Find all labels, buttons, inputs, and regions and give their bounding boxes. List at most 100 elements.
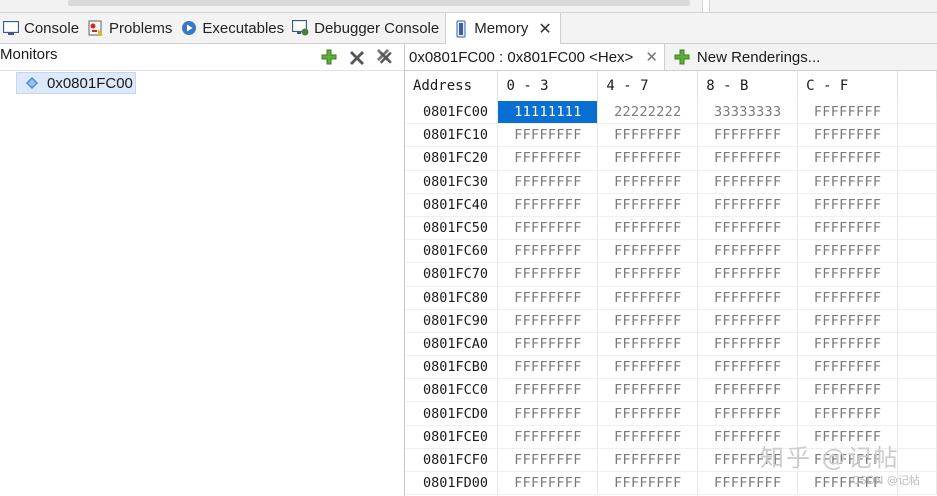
memory-cell[interactable]: FFFFFFFF	[497, 332, 599, 357]
row-address: 0801FC70	[405, 262, 499, 287]
memory-cell[interactable]: FFFFFFFF	[497, 146, 599, 171]
memory-cell[interactable]: 33333333	[697, 101, 799, 125]
memory-cell[interactable]: FFFFFFFF	[697, 193, 799, 217]
memory-cell[interactable]: FFFFFFFF	[597, 425, 699, 449]
memory-cell[interactable]: FFFFFFFF	[597, 146, 699, 171]
memory-cell[interactable]: FFFFFFFF	[697, 286, 799, 310]
memory-cell[interactable]: FFFFFFFF	[597, 309, 699, 333]
memory-cell[interactable]: FFFFFFFF	[497, 309, 599, 333]
memory-cell[interactable]: FFFFFFFF	[697, 425, 799, 449]
close-icon[interactable]: ✕	[538, 19, 551, 39]
memory-cell[interactable]: FFFFFFFF	[797, 101, 899, 125]
memory-cell[interactable]: FFFFFFFF	[697, 170, 799, 194]
row-address: 0801FC60	[405, 239, 499, 264]
remove-monitor-icon[interactable]	[348, 48, 366, 66]
memory-cell-selected[interactable]: 11111111	[497, 101, 599, 125]
monitor-item[interactable]: 0x0801FC00	[16, 72, 136, 94]
memory-cell[interactable]: FFFFFFFF	[697, 262, 799, 287]
memory-cell[interactable]: FFFFFFFF	[797, 146, 899, 171]
memory-cell[interactable]: FFFFFFFF	[697, 471, 799, 496]
memory-cell[interactable]: FFFFFFFF	[797, 193, 899, 217]
tab-debugger-console[interactable]: Debugger Console	[290, 13, 445, 43]
memory-cell[interactable]: FFFFFFFF	[697, 239, 799, 264]
memory-cell[interactable]: FFFFFFFF	[597, 193, 699, 217]
memory-cell[interactable]: 22222222	[597, 101, 699, 125]
memory-cell[interactable]: FFFFFFFF	[497, 471, 599, 496]
memory-cell[interactable]: FFFFFFFF	[597, 239, 699, 264]
tab-console[interactable]: Console	[0, 13, 85, 43]
memory-cell[interactable]: FFFFFFFF	[497, 286, 599, 310]
memory-cell[interactable]: FFFFFFFF	[797, 378, 899, 403]
memory-cell[interactable]: FFFFFFFF	[797, 448, 899, 473]
row-address: 0801FC90	[405, 309, 499, 333]
row-spacer	[897, 101, 937, 125]
memory-cell[interactable]: FFFFFFFF	[497, 216, 599, 241]
memory-cell[interactable]: FFFFFFFF	[797, 239, 899, 264]
memory-cell[interactable]: FFFFFFFF	[697, 332, 799, 357]
remove-all-monitors-icon[interactable]	[376, 48, 394, 66]
memory-row: 0801FCD0 FFFFFFFF FFFFFFFF FFFFFFFF FFFFFFFF	[405, 401, 937, 426]
memory-cell[interactable]: FFFFFFFF	[597, 170, 699, 194]
memory-cell[interactable]: FFFFFFFF	[597, 448, 699, 473]
tab-hex-rendering[interactable]: 0x0801FC00 : 0x801FC00 <Hex> ✕	[405, 44, 665, 70]
problems-icon	[87, 19, 105, 37]
memory-cell[interactable]: FFFFFFFF	[597, 262, 699, 287]
memory-cell[interactable]: FFFFFFFF	[597, 355, 699, 380]
monitors-title: Monitors	[0, 45, 58, 63]
memory-cell[interactable]: FFFFFFFF	[797, 309, 899, 333]
tab-memory[interactable]: Memory ✕	[445, 13, 561, 44]
scrollbar-thumb[interactable]	[68, 0, 690, 6]
close-icon[interactable]: ✕	[645, 48, 658, 66]
row-spacer	[897, 355, 937, 380]
memory-cell[interactable]: FFFFFFFF	[797, 425, 899, 449]
top-scrollbar[interactable]	[0, 0, 937, 13]
memory-cell[interactable]: FFFFFFFF	[597, 332, 699, 357]
memory-cell[interactable]: FFFFFFFF	[697, 378, 799, 403]
add-monitor-icon[interactable]	[320, 48, 338, 66]
memory-cell[interactable]: FFFFFFFF	[597, 401, 699, 426]
memory-cell[interactable]: FFFFFFFF	[797, 355, 899, 380]
memory-cell[interactable]: FFFFFFFF	[697, 401, 799, 426]
memory-cell[interactable]: FFFFFFFF	[497, 193, 599, 217]
column-header: C - F	[797, 71, 899, 101]
memory-cell[interactable]: FFFFFFFF	[797, 170, 899, 194]
memory-cell[interactable]: FFFFFFFF	[597, 216, 699, 241]
memory-cell[interactable]: FFFFFFFF	[497, 425, 599, 449]
memory-cell[interactable]: FFFFFFFF	[597, 378, 699, 403]
memory-row: 0801FC30 FFFFFFFF FFFFFFFF FFFFFFFF FFFFFFFF	[405, 170, 937, 194]
row-spacer	[897, 286, 937, 310]
memory-cell[interactable]: FFFFFFFF	[697, 216, 799, 241]
tab-executables[interactable]: Executables	[178, 13, 290, 43]
memory-cell[interactable]: FFFFFFFF	[697, 309, 799, 333]
console-icon	[2, 19, 20, 37]
row-address: 0801FCD0	[405, 401, 499, 426]
row-spacer	[897, 448, 937, 473]
memory-cell[interactable]: FFFFFFFF	[497, 355, 599, 380]
new-renderings-button[interactable]: New Renderings...	[665, 44, 826, 70]
row-address: 0801FC20	[405, 146, 499, 171]
memory-cell[interactable]: FFFFFFFF	[497, 262, 599, 287]
memory-cell[interactable]: FFFFFFFF	[497, 378, 599, 403]
memory-cell[interactable]: FFFFFFFF	[497, 239, 599, 264]
memory-cell[interactable]: FFFFFFFF	[697, 146, 799, 171]
memory-cell[interactable]: FFFFFFFF	[497, 170, 599, 194]
memory-row: 0801FCB0 FFFFFFFF FFFFFFFF FFFFFFFF FFFFFFFF	[405, 355, 937, 380]
memory-cell[interactable]: FFFFFFFF	[497, 123, 599, 148]
memory-cell[interactable]: FFFFFFFF	[797, 332, 899, 357]
memory-cell[interactable]: FFFFFFFF	[697, 123, 799, 148]
memory-cell[interactable]: FFFFFFFF	[797, 123, 899, 148]
memory-cell[interactable]: FFFFFFFF	[597, 471, 699, 496]
memory-cell[interactable]: FFFFFFFF	[697, 448, 799, 473]
memory-cell[interactable]: FFFFFFFF	[797, 216, 899, 241]
memory-cell[interactable]: FFFFFFFF	[797, 401, 899, 426]
memory-cell[interactable]: FFFFFFFF	[797, 286, 899, 310]
memory-cell[interactable]: FFFFFFFF	[597, 286, 699, 310]
memory-cell[interactable]: FFFFFFFF	[797, 262, 899, 287]
memory-cell[interactable]: FFFFFFFF	[497, 401, 599, 426]
memory-cell[interactable]: FFFFFFFF	[597, 123, 699, 148]
memory-cell[interactable]: FFFFFFFF	[697, 355, 799, 380]
memory-cell[interactable]: FFFFFFFF	[797, 471, 899, 496]
tab-problems[interactable]: Problems	[85, 13, 178, 43]
rendering-tab-label: 0x0801FC00 : 0x801FC00 <Hex>	[409, 48, 634, 66]
memory-cell[interactable]: FFFFFFFF	[497, 448, 599, 473]
